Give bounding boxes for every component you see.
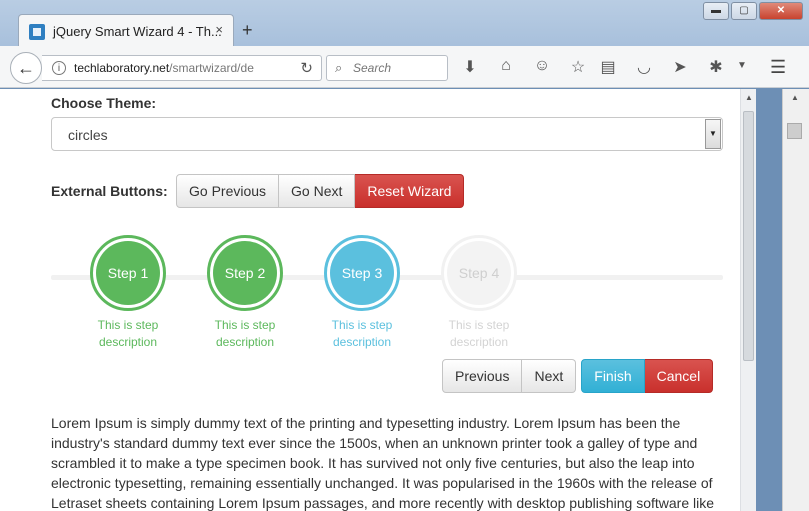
hamburger-menu-icon[interactable]: ☰ <box>770 57 786 78</box>
url-bar[interactable]: i techlaboratory.net/smartwizard/de ↻ <box>42 55 322 81</box>
theme-select[interactable]: circles ▼ <box>51 117 723 151</box>
url-path: /smartwizard/de <box>169 61 254 75</box>
theme-select-value: circles <box>68 127 108 143</box>
home-icon[interactable]: ⌂ <box>496 57 516 75</box>
back-button[interactable]: ← <box>10 52 42 84</box>
step-circle[interactable]: Step 2 <box>207 235 283 311</box>
tab-title: jQuery Smart Wizard 4 - Th... <box>53 24 222 39</box>
wizard-nav-group: Previous Next <box>442 359 577 393</box>
browser-tab[interactable]: jQuery Smart Wizard 4 - Th... × <box>18 14 234 48</box>
step-content-paragraph: Lorem Ipsum is simply dummy text of the … <box>51 415 715 511</box>
step-label: Step 1 <box>96 241 160 305</box>
inner-scrollbar[interactable]: ▲ <box>740 89 756 511</box>
info-icon[interactable]: i <box>52 61 66 75</box>
step-description: This is step description <box>419 317 539 351</box>
download-icon[interactable]: ⬇ <box>460 57 480 77</box>
go-previous-button[interactable]: Go Previous <box>176 174 280 208</box>
step-description: This is step description <box>68 317 188 351</box>
inner-scrollbar-thumb[interactable] <box>743 111 754 361</box>
extension-icon[interactable]: ✱ <box>706 57 726 77</box>
window-close-button[interactable]: ✕ <box>759 2 803 20</box>
chat-icon[interactable]: ☺ <box>532 57 552 75</box>
step-1[interactable]: Step 1 This is step description <box>68 235 188 351</box>
step-desc-line1: This is step <box>214 318 276 332</box>
page-scrollbar-thumb[interactable] <box>787 123 802 139</box>
step-circle[interactable]: Step 1 <box>90 235 166 311</box>
finish-button[interactable]: Finish <box>581 359 645 393</box>
step-desc-line2: description <box>332 335 392 349</box>
url-host: techlaboratory.net <box>74 61 170 75</box>
pocket-icon[interactable]: ◡ <box>634 57 654 77</box>
go-next-button[interactable]: Go Next <box>279 174 356 208</box>
url-text[interactable]: techlaboratory.net/smartwizard/de <box>74 61 264 75</box>
site-favicon-icon <box>29 24 45 40</box>
step-description: This is step description <box>302 317 422 351</box>
page-content: Choose Theme: circles ▼ External Buttons… <box>0 89 756 511</box>
wizard-toolbar: Previous Next Finish Cancel <box>442 359 714 393</box>
reading-list-icon[interactable]: ▤ <box>598 57 618 77</box>
search-input[interactable] <box>353 61 443 75</box>
minimize-button[interactable]: ▬ <box>703 2 729 20</box>
step-3[interactable]: Step 3 This is step description <box>302 235 422 351</box>
search-bar[interactable]: ⌕ <box>326 55 448 81</box>
step-label: Step 2 <box>213 241 277 305</box>
step-desc-line1: This is step <box>331 318 393 332</box>
external-button-group: Go Previous Go Next Reset Wizard <box>176 174 465 208</box>
step-desc-line2: description <box>215 335 275 349</box>
step-label: Step 4 <box>447 241 511 305</box>
close-tab-icon[interactable]: × <box>215 22 223 37</box>
step-description: This is step description <box>185 317 305 351</box>
step-desc-line1: This is step <box>97 318 159 332</box>
scroll-up-icon[interactable]: ▲ <box>791 93 799 102</box>
step-circle[interactable]: Step 4 <box>441 235 517 311</box>
title-bar: jQuery Smart Wizard 4 - Th... × + ▬ ▢ ✕ <box>0 0 809 48</box>
send-icon[interactable]: ➤ <box>670 57 690 77</box>
next-button[interactable]: Next <box>522 359 577 393</box>
maximize-button[interactable]: ▢ <box>731 2 757 20</box>
nav-toolbar: i techlaboratory.net/smartwizard/de ↻ ← … <box>0 46 809 88</box>
arrow-left-icon: ← <box>17 58 35 78</box>
scroll-up-icon[interactable]: ▲ <box>745 93 753 102</box>
window-controls: ▬ ▢ ✕ <box>703 2 803 20</box>
reload-icon[interactable]: ↻ <box>300 59 313 77</box>
external-buttons-label: External Buttons: <box>51 183 168 199</box>
wizard-action-group: Finish Cancel <box>581 359 714 393</box>
step-circle[interactable]: Step 3 <box>324 235 400 311</box>
step-2[interactable]: Step 2 This is step description <box>185 235 305 351</box>
search-icon: ⌕ <box>335 60 343 75</box>
cancel-button[interactable]: Cancel <box>644 359 714 393</box>
bookmark-star-icon[interactable]: ☆ <box>568 57 588 77</box>
theme-label: Choose Theme: <box>51 95 157 111</box>
previous-button[interactable]: Previous <box>442 359 523 393</box>
page-scrollbar[interactable]: ▲ <box>782 89 809 511</box>
new-tab-button[interactable]: + <box>242 20 253 41</box>
step-desc-line2: description <box>98 335 158 349</box>
step-4[interactable]: Step 4 This is step description <box>419 235 539 351</box>
reset-wizard-button[interactable]: Reset Wizard <box>355 174 465 208</box>
step-desc-line1: This is step <box>448 318 510 332</box>
step-desc-line2: description <box>449 335 509 349</box>
chevron-down-icon[interactable]: ▼ <box>705 119 721 149</box>
chevron-down-icon[interactable]: ▼ <box>732 60 752 71</box>
step-label: Step 3 <box>330 241 394 305</box>
